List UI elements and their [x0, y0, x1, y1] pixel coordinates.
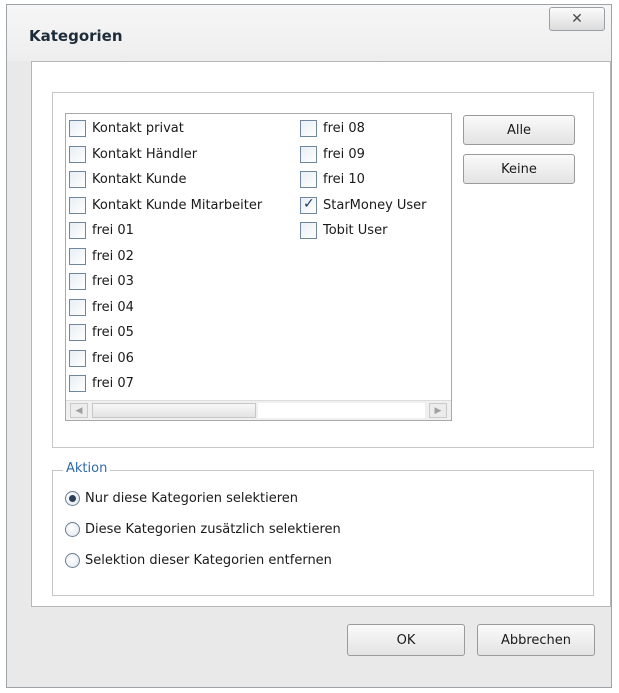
select-all-button[interactable]: Alle — [463, 115, 575, 145]
select-none-button[interactable]: Keine — [463, 154, 575, 184]
list-item[interactable]: frei 02 — [69, 244, 262, 270]
arrow-left-icon: ◀ — [75, 405, 83, 416]
checkbox[interactable] — [69, 298, 86, 316]
horizontal-scrollbar[interactable]: ◀ ▶ — [66, 400, 451, 420]
item-label: frei 08 — [323, 121, 365, 137]
item-label: frei 04 — [92, 299, 134, 315]
list-item[interactable]: Kontakt Händler — [69, 142, 262, 168]
close-icon: ✕ — [571, 11, 583, 27]
checkbox[interactable] — [69, 349, 86, 367]
list-item[interactable]: frei 05 — [69, 320, 262, 346]
ok-button[interactable]: OK — [347, 624, 465, 656]
scroll-left-button[interactable]: ◀ — [70, 403, 88, 418]
dialog-content: Kontakt privat Kontakt Händler Kontakt K… — [31, 61, 611, 607]
list-item[interactable]: frei 09 — [300, 142, 427, 168]
radio-label: Selektion dieser Kategorien entfernen — [85, 553, 332, 568]
scrollbar-thumb[interactable] — [92, 403, 256, 418]
radio-label: Nur diese Kategorien selektieren — [85, 491, 299, 506]
list-item[interactable]: frei 06 — [69, 346, 262, 372]
checkbox[interactable] — [69, 247, 86, 265]
checkbox[interactable] — [69, 196, 86, 214]
item-label: StarMoney User — [323, 197, 427, 213]
checklist-column-2: frei 08 frei 09 frei 10 StarMoney User T… — [300, 116, 427, 244]
list-item[interactable]: Tobit User — [300, 218, 427, 244]
item-label: Kontakt Kunde — [92, 172, 187, 188]
item-label: Kontakt privat — [92, 121, 184, 137]
checklist-column-1: Kontakt privat Kontakt Händler Kontakt K… — [69, 116, 262, 397]
checkbox[interactable] — [300, 145, 317, 163]
checkbox[interactable] — [69, 120, 86, 138]
categories-checklist[interactable]: Kontakt privat Kontakt Händler Kontakt K… — [65, 113, 452, 421]
checkbox[interactable] — [300, 171, 317, 189]
checkbox-checked[interactable] — [300, 196, 317, 214]
aktion-legend: Aktion — [63, 461, 111, 476]
radio-option-zusaetzlich[interactable]: Diese Kategorien zusätzlich selektieren — [65, 522, 341, 537]
item-label: frei 01 — [92, 223, 134, 239]
item-label: Kontakt Kunde Mitarbeiter — [92, 197, 263, 213]
radio-button[interactable] — [65, 553, 80, 568]
checkbox[interactable] — [69, 145, 86, 163]
list-item[interactable]: Kontakt Kunde Mitarbeiter — [69, 193, 262, 219]
list-item[interactable]: frei 04 — [69, 295, 262, 321]
kategorien-dialog: Kategorien ✕ Kontakt privat Kontakt Händ… — [6, 4, 612, 688]
categories-group: Kontakt privat Kontakt Händler Kontakt K… — [52, 92, 594, 448]
scroll-right-button[interactable]: ▶ — [429, 403, 447, 418]
dialog-title: Kategorien — [29, 27, 123, 45]
list-item[interactable]: Kontakt Kunde — [69, 167, 262, 193]
arrow-right-icon: ▶ — [434, 405, 442, 416]
list-item[interactable]: frei 03 — [69, 269, 262, 295]
radio-option-entfernen[interactable]: Selektion dieser Kategorien entfernen — [65, 553, 332, 568]
item-label: Tobit User — [323, 223, 388, 239]
checkbox[interactable] — [69, 375, 86, 393]
checkbox[interactable] — [300, 222, 317, 240]
list-item[interactable]: StarMoney User — [300, 193, 427, 219]
list-item[interactable]: Kontakt privat — [69, 116, 262, 142]
list-item[interactable]: frei 01 — [69, 218, 262, 244]
list-item[interactable]: frei 08 — [300, 116, 427, 142]
item-label: Kontakt Händler — [92, 146, 198, 162]
close-button[interactable]: ✕ — [549, 7, 605, 31]
item-label: frei 02 — [92, 248, 134, 264]
list-item[interactable]: frei 10 — [300, 167, 427, 193]
scrollbar-track[interactable] — [258, 403, 425, 418]
item-label: frei 05 — [92, 325, 134, 341]
checkbox[interactable] — [69, 273, 86, 291]
item-label: frei 03 — [92, 274, 134, 290]
radio-label: Diese Kategorien zusätzlich selektieren — [85, 522, 341, 537]
cancel-button[interactable]: Abbrechen — [477, 624, 595, 656]
item-label: frei 06 — [92, 350, 134, 366]
radio-button[interactable] — [65, 522, 80, 537]
checkbox[interactable] — [300, 120, 317, 138]
list-item[interactable]: frei 07 — [69, 371, 262, 397]
checkbox[interactable] — [69, 171, 86, 189]
aktion-group: Aktion Nur diese Kategorien selektieren … — [52, 461, 594, 596]
item-label: frei 09 — [323, 146, 365, 162]
radio-button-selected[interactable] — [65, 491, 80, 506]
radio-option-nur-diese[interactable]: Nur diese Kategorien selektieren — [65, 491, 298, 506]
item-label: frei 07 — [92, 376, 134, 392]
checkbox[interactable] — [69, 222, 86, 240]
item-label: frei 10 — [323, 172, 365, 188]
title-bar: Kategorien ✕ — [7, 5, 611, 61]
checkbox[interactable] — [69, 324, 86, 342]
